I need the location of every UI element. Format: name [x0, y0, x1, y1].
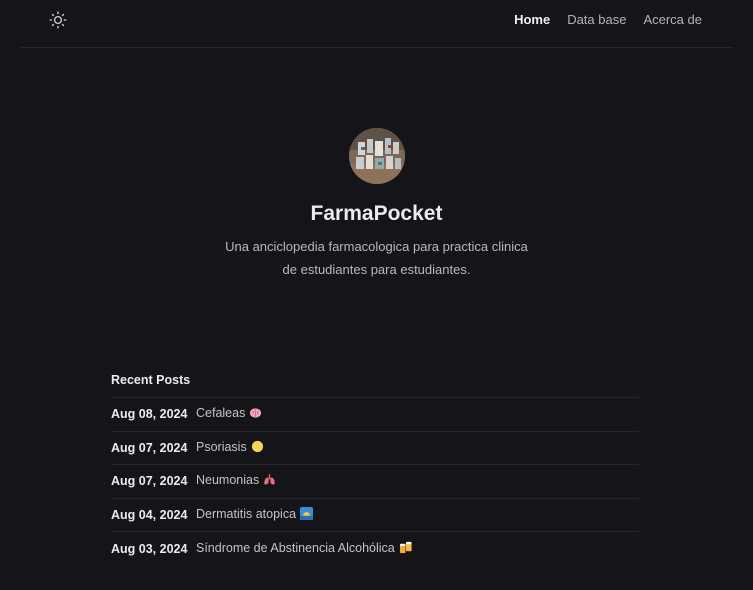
- post-title-link[interactable]: Dermatitis atopica: [196, 507, 314, 523]
- post-item[interactable]: Aug 07, 2024 Psoriasis: [111, 432, 639, 466]
- nav-home-link[interactable]: Home: [514, 12, 550, 28]
- nav-about-link[interactable]: Acerca de: [643, 12, 702, 28]
- post-date: Aug 07, 2024: [111, 474, 188, 489]
- site-description: Una anciclopedia farmacologica para prac…: [225, 239, 528, 277]
- theme-toggle-button[interactable]: [48, 10, 68, 30]
- post-title-link[interactable]: Psoriasis: [196, 440, 264, 456]
- avatar: [348, 128, 405, 184]
- post-title-link[interactable]: Neumonias: [196, 473, 276, 489]
- recent-posts-heading: Recent Posts: [111, 372, 639, 398]
- post-date: Aug 04, 2024: [111, 508, 188, 523]
- main-nav: Home Data base Acerca de: [514, 12, 702, 28]
- recent-posts: Recent Posts Aug 08, 2024 Cefaleas Aug 0…: [111, 372, 639, 566]
- lungs-icon: [263, 473, 276, 489]
- post-date: Aug 08, 2024: [111, 407, 188, 422]
- post-title-link[interactable]: Cefaleas: [196, 406, 262, 422]
- site-title: FarmaPocket: [310, 202, 443, 225]
- circle-icon: [251, 440, 264, 456]
- beer-icon: [399, 541, 413, 557]
- site-header: Home Data base Acerca de: [20, 0, 733, 48]
- post-item[interactable]: Aug 04, 2024 Dermatitis atopica: [111, 499, 639, 533]
- post-title-link[interactable]: Síndrome de Abstinencia Alcohólica: [196, 541, 413, 557]
- brain-icon: [249, 406, 262, 422]
- sun-icon: [49, 11, 67, 29]
- post-item[interactable]: Aug 03, 2024 Síndrome de Abstinencia Alc…: [111, 532, 639, 566]
- avatar-image: [348, 128, 405, 184]
- post-item[interactable]: Aug 07, 2024 Neumonias: [111, 465, 639, 499]
- post-date: Aug 07, 2024: [111, 440, 188, 455]
- sunrise-icon: [300, 507, 314, 523]
- post-date: Aug 03, 2024: [111, 542, 188, 557]
- nav-database-link[interactable]: Data base: [567, 12, 626, 28]
- post-item[interactable]: Aug 08, 2024 Cefaleas: [111, 398, 639, 432]
- profile-section: FarmaPocket Una anciclopedia farmacologi…: [0, 128, 753, 281]
